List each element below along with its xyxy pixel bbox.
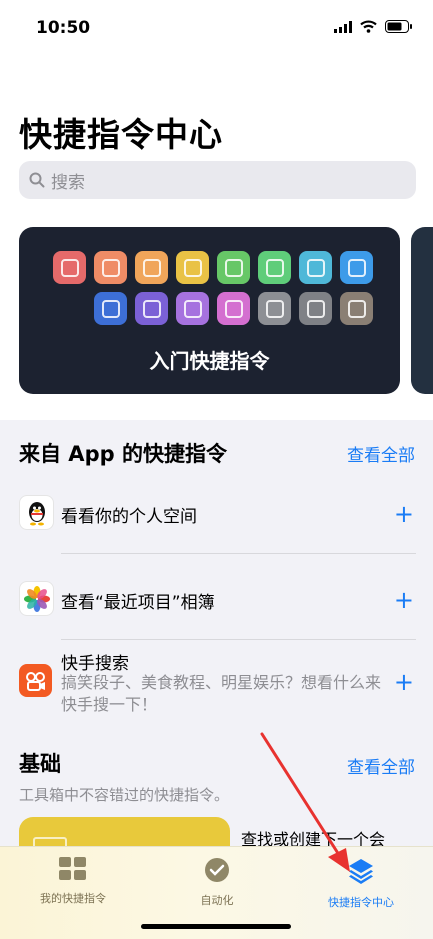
starter-shortcuts-card[interactable]: 入门快捷指令	[19, 227, 400, 394]
see-all-button[interactable]: 查看全部	[347, 441, 415, 466]
page-title: 快捷指令中心	[19, 115, 223, 154]
status-bar: 10:50	[0, 0, 433, 56]
timer-icon	[94, 251, 127, 284]
tab-label: 自动化	[200, 894, 234, 907]
photos-icon	[217, 292, 250, 325]
home-indicator	[141, 924, 291, 929]
tab-automation[interactable]: 自动化	[177, 857, 257, 908]
signal-icon	[334, 20, 352, 33]
add-shortcut-button[interactable]: +	[394, 670, 414, 694]
layers-icon	[349, 859, 373, 884]
status-icons	[334, 20, 413, 33]
search-placeholder: 搜索	[51, 172, 85, 193]
waveform-icon	[94, 292, 127, 325]
shortcut-icon-grid	[53, 251, 373, 325]
shortcut-row[interactable]: 查看“最近项目”相簿 +	[0, 578, 433, 618]
message-icon	[258, 251, 291, 284]
shortcut-row[interactable]: 快手搜索 搞笑段子、美食教程、明星娱乐？想看什么来快手搜一下！ +	[0, 648, 433, 728]
tab-my-shortcuts[interactable]: 我的快捷指令	[33, 857, 113, 906]
calendar-add-icon	[53, 251, 86, 284]
wifi-icon	[360, 20, 377, 33]
music-icon	[176, 292, 209, 325]
tab-gallery[interactable]: 快捷指令中心	[320, 857, 402, 910]
shortcut-title: 查看“最近项目”相簿	[61, 593, 215, 613]
from-apps-section: 来自 App 的快捷指令 查看全部 看看你的个人空间 + 查看“最近项目”相簿 …	[0, 420, 433, 734]
send-icon	[340, 251, 373, 284]
camera-scan-icon	[340, 292, 373, 325]
shortcut-title: 看看你的个人空间	[61, 507, 197, 527]
podcast-icon	[135, 251, 168, 284]
section-title: 基础	[19, 752, 61, 776]
grid-icon	[59, 857, 86, 880]
mail-icon	[299, 251, 332, 284]
tab-label: 我的快捷指令	[40, 892, 106, 905]
battery-icon	[385, 20, 412, 33]
reminder-icon	[176, 251, 209, 284]
next-card-peek[interactable]	[411, 227, 433, 394]
basics-section: 基础 查看全部 工具箱中不容错过的快捷指令。 查找或创建下一个会	[0, 734, 433, 857]
shortcut-row[interactable]: 看看你的个人空间 +	[0, 492, 433, 532]
section-title: 来自 App 的快捷指令	[19, 442, 227, 466]
message-add-icon	[217, 251, 250, 284]
photos-app-icon	[19, 581, 54, 616]
divider	[61, 639, 416, 640]
tab-label: 快捷指令中心	[328, 896, 394, 909]
add-shortcut-button[interactable]: +	[394, 588, 414, 612]
add-shortcut-button[interactable]: +	[394, 502, 414, 526]
clock-check-icon	[205, 858, 229, 882]
section-subtitle: 工具箱中不容错过的快捷指令。	[19, 786, 230, 804]
shortcut-title: 快手搜索	[61, 654, 129, 674]
share-arrow-icon	[299, 292, 332, 325]
qr-code-icon	[258, 292, 291, 325]
layers-icon	[135, 292, 168, 325]
kuaishou-app-icon	[19, 664, 52, 697]
starter-shortcuts-label: 入门快捷指令	[149, 349, 270, 373]
search-field[interactable]: 搜索	[19, 161, 416, 199]
search-icon	[29, 172, 45, 188]
see-all-button[interactable]: 查看全部	[347, 753, 415, 778]
shortcut-subtitle: 搞笑段子、美食教程、明星娱乐？想看什么来快手搜一下！	[61, 673, 382, 714]
status-time: 10:50	[36, 18, 91, 38]
qq-penguin-icon	[19, 495, 54, 530]
divider	[61, 553, 416, 554]
